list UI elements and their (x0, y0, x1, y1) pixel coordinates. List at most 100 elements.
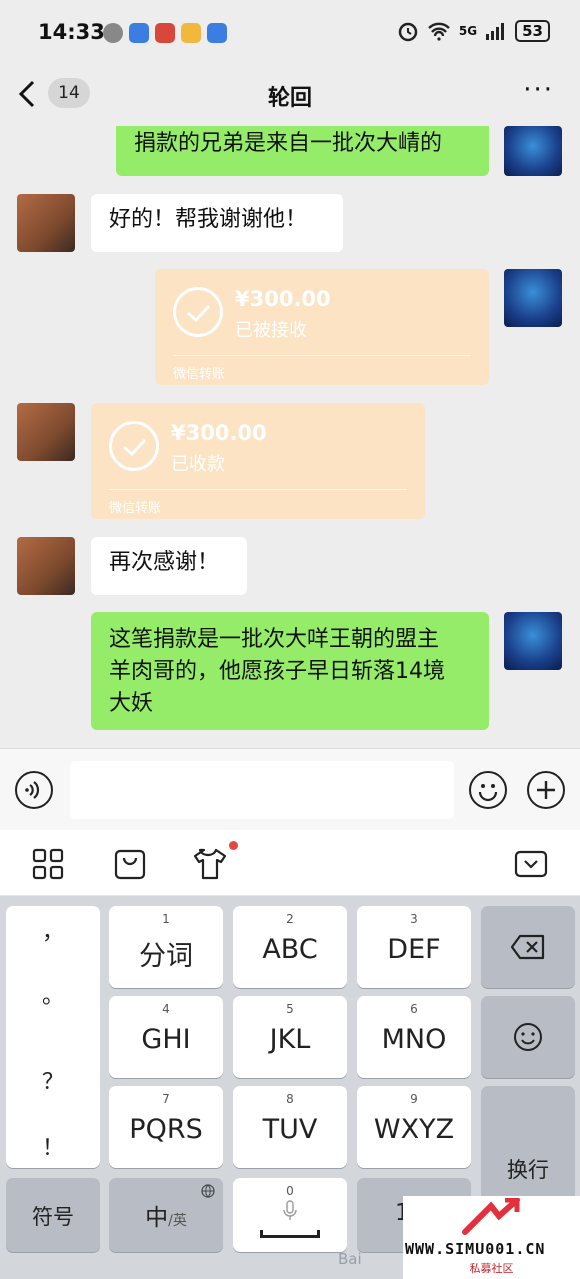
key-5[interactable]: 5 JKL (233, 996, 347, 1078)
newline-label: 换行 (507, 1158, 549, 1182)
key-label: PQRS (129, 1114, 203, 1145)
hide-keyboard-button[interactable] (514, 847, 548, 881)
bag-icon (114, 849, 146, 880)
watermark-logo: WWW.SIMU001.CN 私募社区 (403, 1196, 580, 1279)
key-number: 9 (410, 1092, 418, 1106)
message-text-line: 羊肉哥的，他愿孩子早日斩落14境 (109, 659, 445, 684)
key-6[interactable]: 6 MNO (357, 996, 471, 1078)
backspace-key[interactable] (481, 906, 575, 988)
key-number: 7 (162, 1092, 170, 1106)
divider (173, 355, 471, 356)
my-avatar[interactable] (504, 269, 562, 327)
logo-icon (462, 1198, 520, 1235)
key-number: 2 (286, 912, 294, 926)
shirt-icon (193, 848, 227, 880)
transfer-source: 微信转账 (109, 501, 162, 516)
add-button[interactable] (527, 771, 565, 809)
key-9[interactable]: 9 WXYZ (357, 1086, 471, 1168)
chat-area[interactable]: 捐款的兄弟是来自一批次大崝的 好的！帮我谢谢他！ ¥300.00 已被接收 微信… (0, 126, 580, 748)
emoji-button[interactable] (469, 771, 507, 809)
space-key[interactable]: 0 (233, 1178, 347, 1252)
status-right: 5G 53 (397, 20, 550, 42)
message-bubble[interactable]: 再次感谢！ (91, 537, 247, 595)
menu-grid-button[interactable] (31, 847, 65, 881)
microphone-icon (283, 1200, 297, 1220)
language-toggle-key[interactable]: 中/英 (109, 1178, 223, 1252)
app-icon (181, 23, 201, 43)
key-3[interactable]: 3 DEF (357, 906, 471, 988)
globe-icon (201, 1184, 215, 1198)
keyboard-toolbar (0, 830, 580, 896)
punctuation-column[interactable]: ， 。 ？ ！ (6, 906, 100, 1168)
emoji-key[interactable] (481, 996, 575, 1078)
watermark-url: WWW.SIMU001.CN (405, 1240, 546, 1258)
smile-icon (514, 1023, 542, 1051)
more-button[interactable]: ··· (523, 77, 554, 103)
checkmark-icon (109, 421, 159, 471)
key-label: WXYZ (373, 1114, 455, 1145)
watermark-subtitle: 私募社区 (469, 1262, 514, 1275)
message-bubble[interactable]: 捐款的兄弟是来自一批次大崝的 (116, 126, 489, 176)
checkmark-icon (173, 287, 223, 337)
message-bubble[interactable]: 好的！帮我谢谢他！ (91, 194, 343, 252)
notification-icons (103, 23, 227, 43)
skin-button[interactable] (192, 847, 227, 881)
message-text-line: 这笔捐款是一批次大咩王朝的盟主 (109, 627, 440, 652)
key-1[interactable]: 1 分词 (109, 906, 223, 988)
message-input[interactable] (70, 761, 454, 819)
plus-icon (537, 781, 555, 799)
voice-button[interactable] (15, 771, 53, 809)
transfer-source: 微信转账 (173, 367, 226, 382)
my-avatar[interactable] (504, 126, 562, 176)
alarm-icon (398, 22, 418, 42)
transfer-status: 已收款 (171, 454, 225, 475)
transfer-status: 已被接收 (235, 320, 307, 341)
punct-key[interactable]: ？ (6, 1064, 100, 1096)
status-time: 14:33 (38, 20, 105, 44)
symbol-label: 符号 (32, 1205, 74, 1229)
key-label: TUV (262, 1114, 318, 1145)
wifi-icon (428, 22, 450, 41)
lang-sub: /英 (168, 1213, 187, 1229)
contact-avatar[interactable] (17, 403, 75, 461)
message-text: 再次感谢！ (109, 550, 220, 575)
key-4[interactable]: 4 GHI (109, 996, 223, 1078)
message-input-bar (0, 748, 580, 830)
key-7[interactable]: 7 PQRS (109, 1086, 223, 1168)
chat-title: 轮回 (267, 86, 312, 111)
punct-key[interactable]: 。 (6, 978, 100, 1010)
symbol-key[interactable]: 符号 (6, 1178, 100, 1252)
key-number: 1 (162, 912, 170, 926)
app-icon (207, 23, 227, 43)
key-number: 6 (410, 1002, 418, 1016)
message-text: 捐款的兄弟是来自一批次大崝的 (134, 131, 443, 156)
message-bubble[interactable]: 这笔捐款是一批次大咩王朝的盟主 羊肉哥的，他愿孩子早日斩落14境 大妖 (91, 612, 489, 730)
wechat-icon (103, 23, 123, 43)
baidu-watermark: Bai (338, 1250, 362, 1268)
key-number: 4 (162, 1002, 170, 1016)
chat-header: 14 轮回 ··· (0, 66, 580, 126)
lang-main: 中 (145, 1205, 169, 1231)
contact-avatar[interactable] (17, 194, 75, 252)
language-label: 中/英 (109, 1198, 223, 1232)
status-bar: 14:33 5G 53 (0, 0, 580, 66)
keyboard-hide-icon (514, 850, 548, 878)
grid-icon (32, 848, 64, 880)
key-2[interactable]: 2 ABC (233, 906, 347, 988)
key-number: 5 (286, 1002, 294, 1016)
key-label: MNO (381, 1024, 447, 1055)
clipboard-button[interactable] (113, 847, 147, 881)
message-text: 好的！帮我谢谢他！ (109, 207, 308, 232)
punct-key[interactable]: ！ (6, 1130, 100, 1162)
transfer-card[interactable]: ¥300.00 已收款 微信转账 (91, 403, 425, 519)
divider (109, 489, 407, 490)
message-text-line: 大妖 (109, 691, 154, 716)
my-avatar[interactable] (504, 612, 562, 670)
punct-key[interactable]: ， (6, 914, 100, 946)
voice-icon (25, 781, 40, 799)
key-label: ABC (262, 934, 318, 965)
contact-avatar[interactable] (17, 537, 75, 595)
key-label: JKL (269, 1024, 311, 1055)
key-8[interactable]: 8 TUV (233, 1086, 347, 1168)
transfer-card[interactable]: ¥300.00 已被接收 微信转账 (155, 269, 489, 385)
